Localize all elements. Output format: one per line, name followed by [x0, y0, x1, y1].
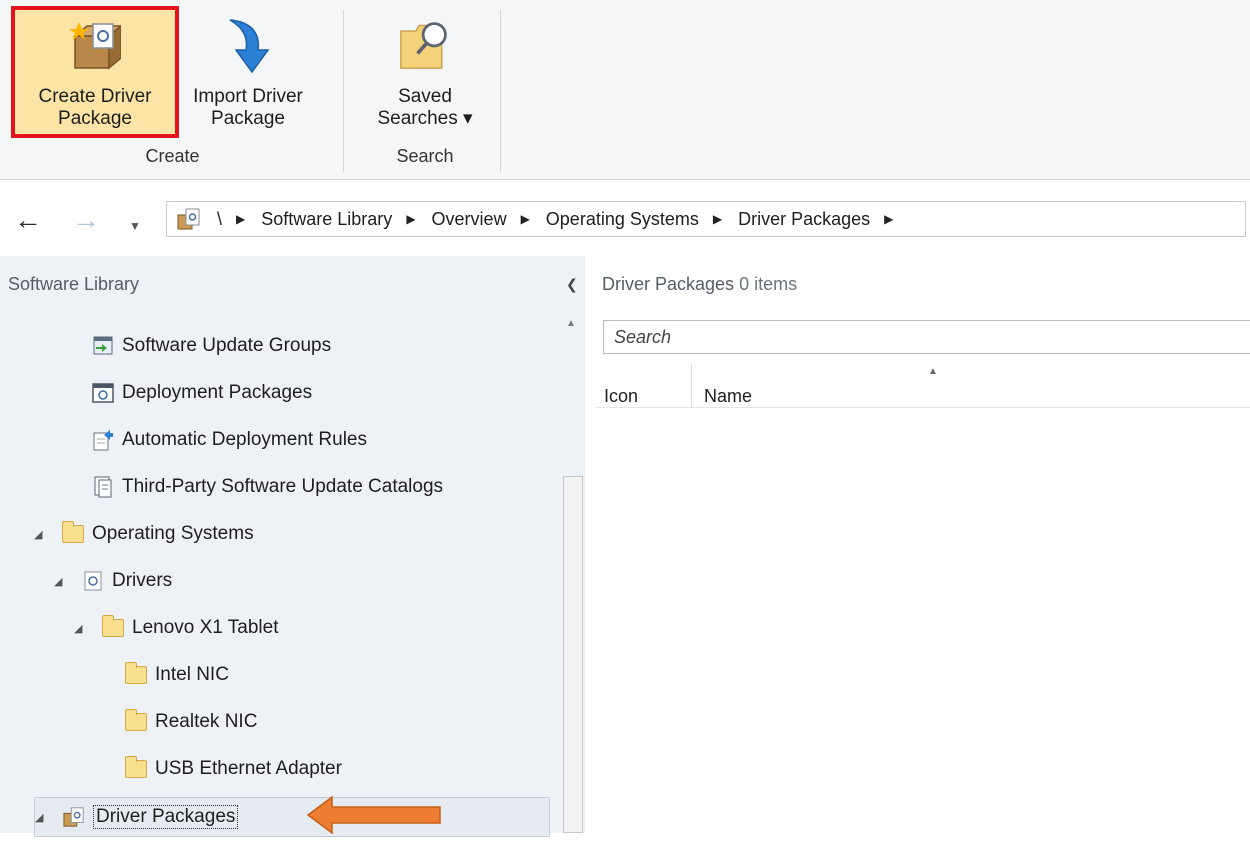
ribbon-divider — [500, 10, 501, 172]
folder-icon — [125, 709, 147, 733]
breadcrumb-separator-icon: ▶ — [520, 212, 530, 226]
import-driver-package-button[interactable]: Import Driver Package — [174, 6, 322, 138]
ribbon: Create Driver Package Import Driver Pack… — [0, 0, 1250, 180]
tree-item-label: Operating Systems — [92, 523, 254, 544]
tree-item-driver-packages[interactable]: ◢ Driver Packages — [34, 797, 550, 837]
tree-item-automatic-deployment-rules[interactable]: Automatic Deployment Rules — [92, 423, 367, 457]
history-dropdown-icon[interactable]: ▼ — [129, 212, 141, 240]
tree-item-drivers[interactable]: ◢ Drivers — [54, 564, 172, 598]
saved-search-folder-icon — [399, 16, 451, 74]
driver-package-create-icon — [69, 16, 121, 74]
tree-item-label: Software Update Groups — [122, 335, 332, 356]
address-bar: ← → ▼ \ ▶ Software Library ▶ Overview ▶ Ope… — [0, 196, 1250, 244]
import-driver-package-label: Import Driver Package — [193, 86, 303, 129]
tree-item-label: Third-Party Software Update Catalogs — [122, 476, 444, 497]
breadcrumb-separator-icon: ▶ — [712, 212, 723, 226]
tree-item-third-party-catalogs[interactable]: Third-Party Software Update Catalogs — [92, 470, 443, 504]
breadcrumb-root[interactable]: \ ▶ — [217, 209, 261, 230]
tree-item-label: Lenovo X1 Tablet — [132, 617, 279, 638]
create-driver-package-button[interactable]: Create Driver Package — [11, 6, 179, 138]
saved-searches-label: Saved Searches ▾ — [377, 86, 473, 129]
folder-icon — [62, 521, 84, 545]
nav-scrollbar-thumb[interactable] — [563, 476, 583, 833]
content-pane-header: Driver Packages 0 items — [602, 274, 797, 295]
nav-pane-title: Software Library — [8, 274, 140, 294]
breadcrumb-separator-icon: ▶ — [236, 212, 246, 226]
expanded-arrow-icon[interactable]: ◢ — [54, 575, 70, 588]
tree-item-label: USB Ethernet Adapter — [155, 758, 342, 779]
expanded-arrow-icon[interactable]: ◢ — [34, 528, 50, 541]
expanded-arrow-icon[interactable]: ◢ — [74, 622, 90, 635]
breadcrumb-label: \ — [217, 208, 223, 229]
saved-searches-button[interactable]: Saved Searches ▾ — [360, 6, 490, 138]
breadcrumb-overview[interactable]: Overview ▶ — [432, 209, 546, 230]
folder-icon — [125, 662, 147, 686]
annotation-arrow-icon — [306, 794, 442, 841]
tree-item-lenovo-x1-tablet[interactable]: ◢ Lenovo X1 Tablet — [74, 611, 279, 645]
breadcrumb-driver-packages[interactable]: Driver Packages ▶ — [738, 209, 909, 230]
breadcrumb-label: Operating Systems — [545, 208, 699, 229]
tree-item-deployment-packages[interactable]: Deployment Packages — [92, 376, 312, 410]
scroll-up-arrow-icon[interactable]: ▲ — [566, 318, 576, 329]
driver-icon — [82, 570, 104, 592]
content-pane-title: Driver Packages — [602, 274, 735, 294]
breadcrumb-separator-icon: ▶ — [406, 212, 416, 226]
tree-item-label: Drivers — [112, 570, 173, 591]
forward-arrow-icon[interactable]: → — [72, 206, 100, 234]
site-root-icon — [177, 208, 201, 230]
tree-item-label: Realtek NIC — [155, 711, 258, 732]
tree-item-label: Driver Packages — [93, 805, 239, 829]
content-pane: Driver Packages 0 items ▲ Icon Name — [586, 256, 1250, 833]
ribbon-divider — [343, 10, 344, 172]
tree-item-operating-systems[interactable]: ◢ Operating Systems — [34, 517, 254, 551]
breadcrumb-separator-icon: ▶ — [884, 212, 894, 226]
update-group-icon — [92, 335, 114, 357]
search-box[interactable] — [603, 320, 1250, 354]
breadcrumb[interactable]: \ ▶ Software Library ▶ Overview ▶ Operating… — [166, 201, 1246, 237]
import-arrow-icon — [222, 16, 274, 74]
collapse-pane-icon[interactable]: ❮ — [566, 276, 578, 293]
breadcrumb-label: Driver Packages — [738, 208, 871, 229]
folder-icon — [125, 756, 147, 780]
ribbon-group-search-label: Search — [396, 146, 454, 166]
tree-item-label: Deployment Packages — [122, 382, 313, 403]
breadcrumb-label: Overview — [431, 208, 507, 229]
column-header-name[interactable]: Name — [704, 364, 752, 407]
breadcrumb-operating-systems[interactable]: Operating Systems ▶ — [546, 209, 738, 230]
catalog-icon — [92, 476, 114, 498]
search-input[interactable] — [614, 326, 1250, 348]
tree-item-label: Intel NIC — [155, 664, 229, 685]
tree-item-intel-nic[interactable]: Intel NIC — [125, 658, 229, 692]
results-grid-header: ▲ Icon Name — [596, 364, 1250, 408]
sort-ascending-icon: ▲ — [928, 366, 938, 377]
create-driver-package-label: Create Driver Package — [38, 86, 152, 129]
tree-item-software-update-groups[interactable]: Software Update Groups — [92, 329, 331, 363]
tree-item-usb-ethernet-adapter[interactable]: USB Ethernet Adapter — [125, 752, 342, 786]
breadcrumb-software-library[interactable]: Software Library ▶ — [261, 209, 431, 230]
back-arrow-icon[interactable]: ← — [14, 206, 42, 234]
deployment-rule-icon — [92, 429, 114, 451]
expanded-arrow-icon[interactable]: ◢ — [35, 811, 51, 824]
folder-icon — [102, 615, 124, 639]
driver-package-icon — [63, 806, 85, 828]
item-count: 0 items — [739, 274, 798, 294]
deployment-package-icon — [92, 382, 114, 404]
ribbon-group-create-label: Create — [145, 146, 200, 166]
tree-item-realtek-nic[interactable]: Realtek NIC — [125, 705, 257, 739]
tree-item-label: Automatic Deployment Rules — [122, 429, 367, 450]
column-header-icon[interactable]: Icon — [604, 364, 692, 408]
navigation-pane: Software Library ❮ Software Update Group… — [0, 256, 585, 837]
breadcrumb-label: Software Library — [261, 208, 393, 229]
